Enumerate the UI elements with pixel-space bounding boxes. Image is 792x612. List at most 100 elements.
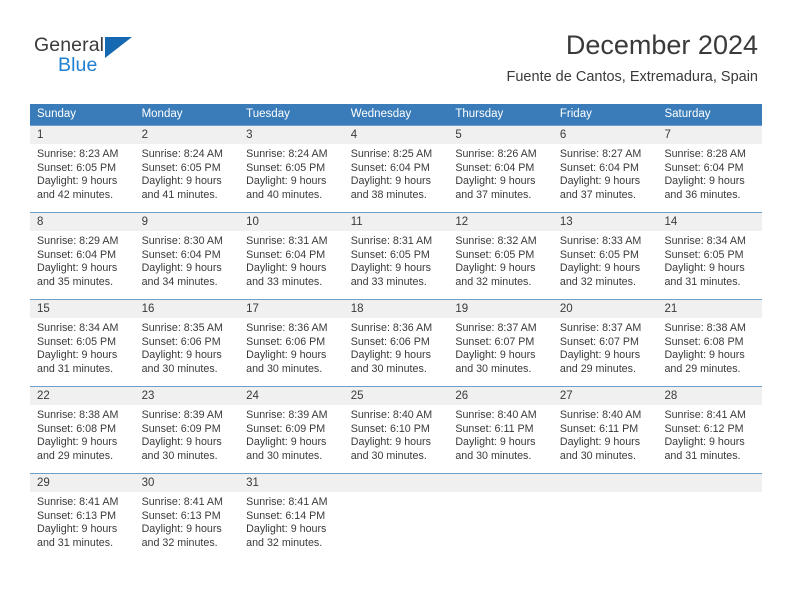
- sunset-text: Sunset: 6:04 PM: [350, 161, 430, 174]
- day-number: 16: [134, 300, 240, 318]
- sunset-text: Sunset: 6:05 PM: [455, 248, 535, 261]
- day-number: 29: [30, 474, 135, 492]
- sunrise-text: Sunrise: 8:24 AM: [141, 148, 223, 160]
- day-details: Sunrise: 8:34 AM Sunset: 6:05 PM Dayligh…: [657, 231, 762, 288]
- day-details: Sunrise: 8:40 AM Sunset: 6:11 PM Dayligh…: [553, 405, 658, 462]
- day-cell[interactable]: 30 Sunrise: 8:41 AM Sunset: 6:13 PM Dayl…: [134, 474, 240, 549]
- day-cell[interactable]: 15 Sunrise: 8:34 AM Sunset: 6:05 PM Dayl…: [30, 300, 135, 375]
- sunset-text: Sunset: 6:04 PM: [559, 161, 639, 174]
- sunset-text: Sunset: 6:09 PM: [246, 422, 326, 435]
- day-cell[interactable]: 8 Sunrise: 8:29 AM Sunset: 6:04 PM Dayli…: [30, 213, 135, 288]
- sunrise-text: Sunrise: 8:41 AM: [246, 496, 328, 508]
- daylight-text-line2: and 37 minutes.: [559, 188, 636, 201]
- day-cell[interactable]: 7 Sunrise: 8:28 AM Sunset: 6:04 PM Dayli…: [657, 126, 763, 201]
- day-cell[interactable]: 26 Sunrise: 8:40 AM Sunset: 6:11 PM Dayl…: [448, 387, 553, 462]
- day-number: 4: [343, 126, 449, 144]
- day-cell[interactable]: 17 Sunrise: 8:36 AM Sunset: 6:06 PM Dayl…: [239, 300, 344, 375]
- day-cell[interactable]: 13 Sunrise: 8:33 AM Sunset: 6:05 PM Dayl…: [552, 213, 658, 288]
- day-cell[interactable]: 1 Sunrise: 8:23 AM Sunset: 6:05 PM Dayli…: [30, 126, 135, 201]
- day-cell[interactable]: 28 Sunrise: 8:41 AM Sunset: 6:12 PM Dayl…: [657, 387, 763, 462]
- weekday-header-tuesday: Tuesday: [246, 108, 290, 120]
- day-cell[interactable]: 27 Sunrise: 8:40 AM Sunset: 6:11 PM Dayl…: [552, 387, 658, 462]
- day-cell[interactable]: 22 Sunrise: 8:38 AM Sunset: 6:08 PM Dayl…: [30, 387, 135, 462]
- day-number: 23: [134, 387, 240, 405]
- daylight-text-line1: Daylight: 9 hours: [664, 175, 745, 188]
- day-cell[interactable]: 3 Sunrise: 8:24 AM Sunset: 6:05 PM Dayli…: [239, 126, 344, 201]
- day-cell[interactable]: 24 Sunrise: 8:39 AM Sunset: 6:09 PM Dayl…: [239, 387, 344, 462]
- day-cell[interactable]: 19 Sunrise: 8:37 AM Sunset: 6:07 PM Dayl…: [448, 300, 553, 375]
- daylight-text-line2: and 35 minutes.: [37, 275, 114, 288]
- sunset-text: Sunset: 6:05 PM: [664, 248, 744, 261]
- day-cell-empty: [343, 474, 449, 548]
- sunrise-text: Sunrise: 8:33 AM: [559, 235, 642, 247]
- day-number: 28: [657, 387, 763, 405]
- day-cell[interactable]: 23 Sunrise: 8:39 AM Sunset: 6:09 PM Dayl…: [134, 387, 240, 462]
- week-row: 29 Sunrise: 8:41 AM Sunset: 6:13 PM Dayl…: [30, 473, 763, 549]
- day-cell[interactable]: 21 Sunrise: 8:38 AM Sunset: 6:08 PM Dayl…: [657, 300, 763, 375]
- day-cell[interactable]: 16 Sunrise: 8:35 AM Sunset: 6:06 PM Dayl…: [134, 300, 240, 375]
- daylight-text-line2: and 42 minutes.: [37, 188, 114, 201]
- day-number: 11: [343, 213, 449, 231]
- generalblue-logo[interactable]: General Blue: [34, 34, 154, 80]
- day-details: Sunrise: 8:35 AM Sunset: 6:06 PM Dayligh…: [135, 318, 240, 375]
- title-block: December 2024 Fuente de Cantos, Extremad…: [507, 28, 758, 86]
- day-cell[interactable]: 12 Sunrise: 8:32 AM Sunset: 6:05 PM Dayl…: [448, 213, 553, 288]
- daylight-text-line2: and 30 minutes.: [559, 449, 636, 462]
- daylight-text-line2: and 38 minutes.: [350, 188, 427, 201]
- sunset-text: Sunset: 6:13 PM: [141, 509, 221, 522]
- week-row: 8 Sunrise: 8:29 AM Sunset: 6:04 PM Dayli…: [30, 212, 763, 288]
- day-number: 1: [30, 126, 135, 144]
- day-details: Sunrise: 8:33 AM Sunset: 6:05 PM Dayligh…: [553, 231, 658, 288]
- day-number: 30: [134, 474, 240, 492]
- day-details: Sunrise: 8:39 AM Sunset: 6:09 PM Dayligh…: [135, 405, 240, 462]
- logo-text-blue: Blue: [58, 54, 98, 76]
- sunrise-text: Sunrise: 8:41 AM: [664, 409, 746, 421]
- day-cell[interactable]: 6 Sunrise: 8:27 AM Sunset: 6:04 PM Dayli…: [552, 126, 658, 201]
- day-cell[interactable]: 2 Sunrise: 8:24 AM Sunset: 6:05 PM Dayli…: [134, 126, 240, 201]
- daylight-text-line2: and 30 minutes.: [246, 449, 323, 462]
- sunrise-text: Sunrise: 8:23 AM: [37, 148, 119, 160]
- day-cell[interactable]: 31 Sunrise: 8:41 AM Sunset: 6:14 PM Dayl…: [239, 474, 344, 549]
- day-details: Sunrise: 8:25 AM Sunset: 6:04 PM Dayligh…: [344, 144, 449, 201]
- daylight-text-line2: and 30 minutes.: [350, 362, 427, 375]
- logo-triangle-icon: [105, 37, 132, 58]
- daylight-text-line2: and 30 minutes.: [350, 449, 427, 462]
- daylight-text-line2: and 29 minutes.: [37, 449, 114, 462]
- day-cell[interactable]: 20 Sunrise: 8:37 AM Sunset: 6:07 PM Dayl…: [552, 300, 658, 375]
- day-cell[interactable]: 18 Sunrise: 8:36 AM Sunset: 6:06 PM Dayl…: [343, 300, 449, 375]
- daylight-text-line1: Daylight: 9 hours: [559, 436, 641, 449]
- week-row: 22 Sunrise: 8:38 AM Sunset: 6:08 PM Dayl…: [30, 386, 763, 462]
- day-cell[interactable]: 29 Sunrise: 8:41 AM Sunset: 6:13 PM Dayl…: [30, 474, 135, 549]
- day-cell[interactable]: 9 Sunrise: 8:30 AM Sunset: 6:04 PM Dayli…: [134, 213, 240, 288]
- day-details: Sunrise: 8:39 AM Sunset: 6:09 PM Dayligh…: [239, 405, 344, 462]
- daylight-text-line1: Daylight: 9 hours: [141, 436, 222, 449]
- weekday-header-wednesday: Wednesday: [350, 108, 412, 120]
- day-cell[interactable]: 5 Sunrise: 8:26 AM Sunset: 6:04 PM Dayli…: [448, 126, 553, 201]
- page-subtitle: Fuente de Cantos, Extremadura, Spain: [506, 69, 758, 85]
- sunset-text: Sunset: 6:05 PM: [350, 248, 430, 261]
- day-details: Sunrise: 8:38 AM Sunset: 6:08 PM Dayligh…: [657, 318, 762, 375]
- day-details: Sunrise: 8:32 AM Sunset: 6:05 PM Dayligh…: [448, 231, 553, 288]
- daylight-text-line2: and 30 minutes.: [141, 449, 218, 462]
- daylight-text-line1: Daylight: 9 hours: [350, 436, 431, 449]
- week-row: 15 Sunrise: 8:34 AM Sunset: 6:05 PM Dayl…: [30, 299, 763, 375]
- day-cell[interactable]: 14 Sunrise: 8:34 AM Sunset: 6:05 PM Dayl…: [657, 213, 763, 288]
- day-cell[interactable]: 10 Sunrise: 8:31 AM Sunset: 6:04 PM Dayl…: [239, 213, 344, 288]
- daylight-text-line1: Daylight: 9 hours: [37, 523, 118, 536]
- day-cell[interactable]: 4 Sunrise: 8:25 AM Sunset: 6:04 PM Dayli…: [343, 126, 449, 201]
- sunrise-text: Sunrise: 8:27 AM: [559, 148, 642, 160]
- day-details: Sunrise: 8:27 AM Sunset: 6:04 PM Dayligh…: [553, 144, 658, 201]
- day-cell[interactable]: 25 Sunrise: 8:40 AM Sunset: 6:10 PM Dayl…: [343, 387, 449, 462]
- day-cell[interactable]: 11 Sunrise: 8:31 AM Sunset: 6:05 PM Dayl…: [343, 213, 449, 288]
- daylight-text-line2: and 40 minutes.: [246, 188, 323, 201]
- sunrise-text: Sunrise: 8:38 AM: [664, 322, 746, 334]
- daylight-text-line2: and 31 minutes.: [664, 449, 741, 462]
- daylight-text-line2: and 34 minutes.: [141, 275, 218, 288]
- sunset-text: Sunset: 6:04 PM: [664, 161, 744, 174]
- sunset-text: Sunset: 6:11 PM: [559, 422, 639, 435]
- daylight-text-line2: and 32 minutes.: [455, 275, 532, 288]
- week-row: 1 Sunrise: 8:23 AM Sunset: 6:05 PM Dayli…: [30, 125, 763, 201]
- day-number: 7: [657, 126, 763, 144]
- daylight-text-line1: Daylight: 9 hours: [664, 349, 745, 362]
- daylight-text-line2: and 41 minutes.: [141, 188, 218, 201]
